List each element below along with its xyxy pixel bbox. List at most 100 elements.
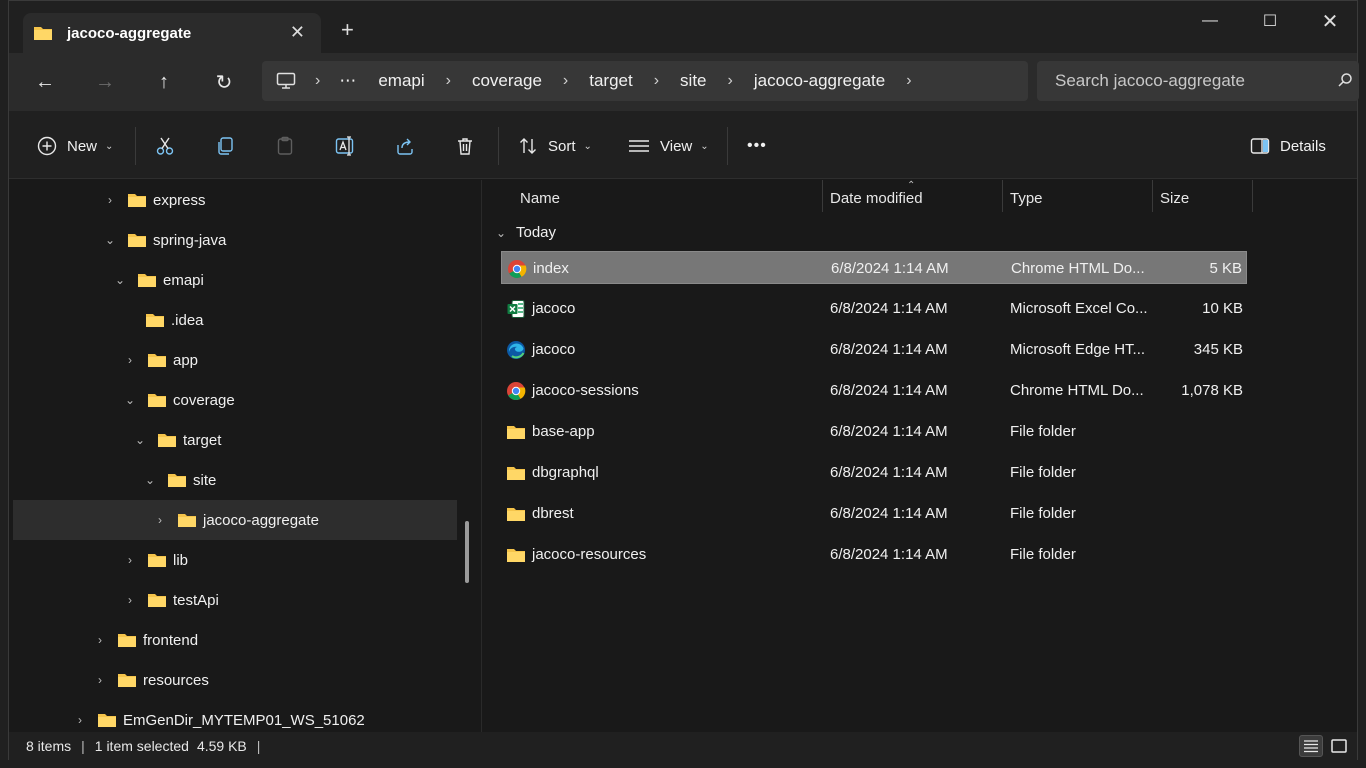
- breadcrumb-jacoco-aggregate[interactable]: jacoco-aggregate: [754, 71, 885, 91]
- breadcrumb-overflow-icon[interactable]: ⋯: [339, 71, 356, 91]
- search-box[interactable]: [1037, 61, 1359, 101]
- chevron-down-icon[interactable]: ⌄: [101, 233, 119, 247]
- more-options-button[interactable]: •••: [747, 131, 767, 161]
- column-divider[interactable]: [1152, 180, 1153, 212]
- new-button[interactable]: New ⌄: [37, 131, 113, 161]
- search-input[interactable]: [1055, 71, 1325, 91]
- paste-button[interactable]: [275, 131, 295, 161]
- chevron-down-icon[interactable]: ⌄: [141, 473, 159, 487]
- new-tab-icon[interactable]: +: [341, 19, 354, 41]
- chevron-down-icon[interactable]: ⌄: [131, 433, 149, 447]
- file-list: Name ⌃ Date modified Type Size ⌄ Today i…: [482, 180, 1357, 732]
- breadcrumb-separator[interactable]: ›: [315, 72, 320, 90]
- date-cell: 6/8/2024 1:14 AM: [830, 505, 948, 522]
- chevron-down-icon[interactable]: ⌄: [121, 393, 139, 407]
- chevron-down-icon[interactable]: ⌄: [492, 226, 510, 240]
- breadcrumb-site[interactable]: site: [680, 71, 706, 91]
- breadcrumb-separator[interactable]: ›: [446, 72, 451, 90]
- breadcrumb-separator[interactable]: ›: [906, 72, 911, 90]
- tree-item-spring-java[interactable]: ⌄ spring-java: [101, 220, 226, 260]
- table-row[interactable]: jacoco 6/8/2024 1:14 AM Microsoft Excel …: [501, 292, 1247, 325]
- folder-icon: [507, 507, 525, 521]
- file-name-cell: jacoco: [506, 292, 816, 325]
- copy-button[interactable]: [215, 131, 235, 161]
- tree-item-target[interactable]: ⌄ target: [131, 420, 221, 460]
- group-label: Today: [516, 224, 557, 241]
- up-button[interactable]: ↑: [144, 67, 184, 97]
- tree-item-resources[interactable]: › resources: [91, 660, 209, 700]
- table-row[interactable]: jacoco 6/8/2024 1:14 AM Microsoft Edge H…: [501, 333, 1247, 366]
- refresh-button[interactable]: ↻: [204, 67, 244, 97]
- address-bar[interactable]: › ⋯ emapi › coverage › target › site › j…: [262, 61, 1028, 101]
- maximize-button[interactable]: ☐: [1245, 7, 1295, 35]
- folder-icon: [118, 634, 136, 647]
- breadcrumb-target[interactable]: target: [589, 71, 632, 91]
- chevron-right-icon[interactable]: ›: [91, 633, 109, 647]
- tree-item-emapi[interactable]: ⌄ emapi: [111, 260, 204, 300]
- table-row[interactable]: jacoco-resources 6/8/2024 1:14 AM File f…: [501, 538, 1247, 571]
- chrome-icon: [508, 259, 527, 278]
- type-cell: File folder: [1010, 464, 1076, 481]
- tab-jacoco-aggregate[interactable]: jacoco-aggregate ✕: [23, 13, 321, 53]
- chevron-right-icon[interactable]: ›: [121, 353, 139, 367]
- tree-item-coverage[interactable]: ⌄ coverage: [121, 380, 235, 420]
- sort-button[interactable]: Sort ⌄: [518, 131, 592, 161]
- breadcrumb-separator[interactable]: ›: [563, 72, 568, 90]
- chevron-right-icon[interactable]: ›: [151, 513, 169, 527]
- table-row[interactable]: index 6/8/2024 1:14 AM Chrome HTML Do...…: [501, 251, 1247, 284]
- toolbar-divider: [135, 127, 136, 165]
- minimize-button[interactable]: —: [1185, 7, 1235, 35]
- navpane-scrollbar[interactable]: [465, 521, 469, 583]
- table-row[interactable]: base-app 6/8/2024 1:14 AM File folder: [501, 415, 1247, 448]
- tree-item-frontend[interactable]: › frontend: [91, 620, 198, 660]
- table-row[interactable]: dbrest 6/8/2024 1:14 AM File folder: [501, 497, 1247, 530]
- chevron-right-icon[interactable]: ›: [121, 593, 139, 607]
- chevron-right-icon[interactable]: ›: [121, 553, 139, 567]
- date-cell: 6/8/2024 1:14 AM: [830, 300, 948, 317]
- table-row[interactable]: jacoco-sessions 6/8/2024 1:14 AM Chrome …: [501, 374, 1247, 407]
- details-button[interactable]: Details: [1250, 131, 1326, 161]
- column-header-name[interactable]: Name: [520, 184, 560, 212]
- search-icon[interactable]: [1337, 72, 1353, 88]
- tree-item-idea[interactable]: .idea: [137, 300, 204, 340]
- chevron-right-icon[interactable]: ›: [101, 193, 119, 207]
- tree-item-testapi[interactable]: › testApi: [121, 580, 219, 620]
- view-button[interactable]: View ⌄: [628, 131, 709, 161]
- close-window-button[interactable]: ✕: [1305, 7, 1355, 35]
- tree-item-label: coverage: [173, 391, 235, 409]
- tree-item-app[interactable]: › app: [121, 340, 198, 380]
- table-row[interactable]: dbgraphql 6/8/2024 1:14 AM File folder: [501, 456, 1247, 489]
- breadcrumb-separator[interactable]: ›: [654, 72, 659, 90]
- forward-button[interactable]: →: [85, 67, 125, 97]
- tree-item-jacoco-aggregate[interactable]: › jacoco-aggregate: [13, 500, 457, 540]
- folder-icon: [178, 514, 196, 527]
- tree-item-label: EmGenDir_MYTEMP01_WS_51062: [123, 711, 365, 729]
- breadcrumb-emapi[interactable]: emapi: [378, 71, 424, 91]
- tree-item-emgendir[interactable]: › EmGenDir_MYTEMP01_WS_51062: [71, 700, 365, 732]
- chevron-down-icon[interactable]: ⌄: [111, 273, 129, 287]
- column-header-date-modified[interactable]: Date modified: [830, 184, 923, 212]
- group-header-today[interactable]: ⌄ Today: [492, 224, 556, 241]
- delete-button[interactable]: [455, 131, 475, 161]
- column-header-size[interactable]: Size: [1160, 184, 1189, 212]
- back-button[interactable]: ←: [25, 67, 65, 97]
- computer-icon[interactable]: [276, 72, 296, 90]
- details-view-button[interactable]: [1299, 735, 1323, 757]
- column-divider[interactable]: [1002, 180, 1003, 212]
- tree-item-site[interactable]: ⌄ site: [141, 460, 216, 500]
- column-divider[interactable]: [822, 180, 823, 212]
- breadcrumb-coverage[interactable]: coverage: [472, 71, 542, 91]
- breadcrumb-separator[interactable]: ›: [728, 72, 733, 90]
- cut-button[interactable]: [155, 131, 175, 161]
- tree-item-label: emapi: [163, 271, 204, 289]
- column-header-type[interactable]: Type: [1010, 184, 1043, 212]
- close-tab-icon[interactable]: ✕: [290, 23, 305, 41]
- tree-item-lib[interactable]: › lib: [121, 540, 188, 580]
- chevron-right-icon[interactable]: ›: [91, 673, 109, 687]
- chevron-right-icon[interactable]: ›: [71, 713, 89, 727]
- thumbnail-view-button[interactable]: [1327, 735, 1351, 757]
- rename-button[interactable]: [335, 131, 357, 161]
- tree-item-express[interactable]: › express: [101, 180, 206, 220]
- column-divider[interactable]: [1252, 180, 1253, 212]
- share-button[interactable]: [395, 131, 415, 161]
